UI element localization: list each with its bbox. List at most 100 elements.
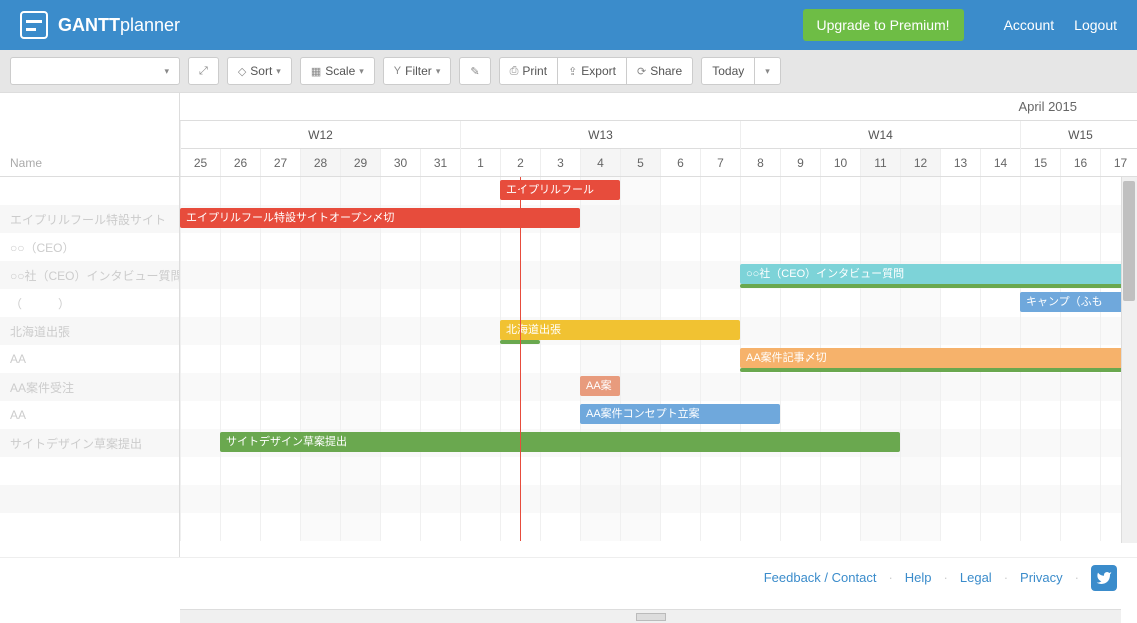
day-header: 2: [500, 149, 540, 176]
brand-name: GANTTplanner: [58, 15, 180, 36]
task-row: 北海道出張: [180, 317, 1137, 345]
day-header: 31: [420, 149, 460, 176]
task-label[interactable]: 北海道出張: [0, 317, 179, 345]
day-header: 6: [660, 149, 700, 176]
print-button[interactable]: ⎙Print: [499, 57, 559, 85]
settings-button[interactable]: ✎: [459, 57, 490, 85]
toolbar: ▾ ⤢ ◇Sort▾ ▦Scale▾ YFilter▾ ✎ ⎙Print ⇪Ex…: [0, 50, 1137, 92]
privacy-link[interactable]: Privacy: [1020, 570, 1063, 585]
export-button[interactable]: ⇪Export: [557, 57, 627, 85]
day-header: 8: [740, 149, 780, 176]
task-row: ○○社（CEO）インタビュー質問: [180, 261, 1137, 289]
day-header: 12: [900, 149, 940, 176]
account-link[interactable]: Account: [1004, 17, 1055, 33]
day-header: 27: [260, 149, 300, 176]
task-label[interactable]: ○○社（CEO）インタビュー質問: [0, 261, 179, 289]
upgrade-button[interactable]: Upgrade to Premium!: [803, 9, 964, 41]
task-row: [180, 513, 1137, 541]
day-header: 25: [180, 149, 220, 176]
week-header: W15: [1020, 121, 1137, 149]
today-line: [520, 177, 521, 541]
task-bar[interactable]: 北海道出張: [500, 320, 740, 340]
scale-button[interactable]: ▦Scale▾: [300, 57, 375, 85]
day-header: 29: [340, 149, 380, 176]
task-label[interactable]: （ ）: [0, 289, 179, 317]
gantt-chart: Name エイプリルフール特設サイト○○（CEO）○○社（CEO）インタビュー質…: [0, 92, 1137, 557]
day-header: 28: [300, 149, 340, 176]
task-bar[interactable]: AA案件コンセプト立案: [580, 404, 780, 424]
task-label[interactable]: [0, 177, 179, 205]
task-bar[interactable]: キャンプ（ふも: [1020, 292, 1137, 312]
day-header: 16: [1060, 149, 1100, 176]
task-row: [180, 457, 1137, 485]
week-row: W12W13W14W15: [180, 121, 1137, 149]
day-header: 9: [780, 149, 820, 176]
task-row: [180, 485, 1137, 513]
day-header: 5: [620, 149, 660, 176]
week-header: W12: [180, 121, 460, 149]
day-header: 1: [460, 149, 500, 176]
day-header: 4: [580, 149, 620, 176]
day-header: 15: [1020, 149, 1060, 176]
footer: Feedback / Contact· Help· Legal· Privacy…: [0, 557, 1137, 597]
task-row: AA案件記事〆切: [180, 345, 1137, 373]
task-row: エイプリルフール特設サイトオープン〆切: [180, 205, 1137, 233]
task-label[interactable]: [0, 457, 179, 485]
task-row: キャンプ（ふも: [180, 289, 1137, 317]
twitter-icon[interactable]: [1091, 565, 1117, 591]
task-label[interactable]: AA: [0, 345, 179, 373]
task-label[interactable]: サイトデザイン草案提出: [0, 429, 179, 457]
task-row: エイプリルフール: [180, 177, 1137, 205]
name-column-header: Name: [0, 93, 179, 177]
task-row: AA案件コンセプト立案: [180, 401, 1137, 429]
task-label[interactable]: ○○（CEO）: [0, 233, 179, 261]
task-name-panel: Name エイプリルフール特設サイト○○（CEO）○○社（CEO）インタビュー質…: [0, 93, 180, 557]
task-label[interactable]: [0, 485, 179, 513]
day-header: 26: [220, 149, 260, 176]
task-row: [180, 233, 1137, 261]
filter-button[interactable]: YFilter▾: [383, 57, 452, 85]
day-header: 14: [980, 149, 1020, 176]
help-link[interactable]: Help: [905, 570, 932, 585]
task-bar[interactable]: サイトデザイン草案提出: [220, 432, 900, 452]
day-header: 17: [1100, 149, 1137, 176]
horizontal-scrollbar[interactable]: [180, 609, 1121, 623]
today-dropdown[interactable]: ▾: [754, 57, 781, 85]
app-header: GANTTplanner Upgrade to Premium! Account…: [0, 0, 1137, 50]
task-row: AA案: [180, 373, 1137, 401]
scroll-grip[interactable]: [636, 613, 666, 621]
task-bar[interactable]: エイプリルフール: [500, 180, 620, 200]
timeline-panel: April 2015 W12W13W14W15 2526272829303112…: [180, 93, 1137, 557]
week-header: W13: [460, 121, 740, 149]
day-row: 252627282930311234567891011121314151617: [180, 149, 1137, 177]
share-button[interactable]: ⟳Share: [626, 57, 693, 85]
week-header: W14: [740, 121, 1020, 149]
task-label[interactable]: [0, 513, 179, 541]
month-row: April 2015: [180, 93, 1137, 121]
task-bar[interactable]: ○○社（CEO）インタビュー質問: [740, 264, 1137, 284]
day-header: 10: [820, 149, 860, 176]
scroll-thumb[interactable]: [1123, 181, 1135, 301]
expand-button[interactable]: ⤢: [188, 57, 219, 85]
day-header: 30: [380, 149, 420, 176]
day-header: 11: [860, 149, 900, 176]
day-header: 3: [540, 149, 580, 176]
logout-link[interactable]: Logout: [1074, 17, 1117, 33]
task-label[interactable]: AA案件受注: [0, 373, 179, 401]
project-select[interactable]: ▾: [10, 57, 180, 85]
task-label[interactable]: AA: [0, 401, 179, 429]
day-header: 7: [700, 149, 740, 176]
feedback-link[interactable]: Feedback / Contact: [764, 570, 877, 585]
progress-bar: [740, 368, 1137, 372]
progress-bar: [740, 284, 1137, 288]
task-bar[interactable]: AA案件記事〆切: [740, 348, 1137, 368]
vertical-scrollbar[interactable]: [1121, 177, 1137, 543]
legal-link[interactable]: Legal: [960, 570, 992, 585]
logo-icon: [20, 11, 48, 39]
task-bar[interactable]: AA案: [580, 376, 620, 396]
sort-button[interactable]: ◇Sort▾: [227, 57, 292, 85]
today-button[interactable]: Today: [701, 57, 755, 85]
day-header: 13: [940, 149, 980, 176]
task-row: サイトデザイン草案提出: [180, 429, 1137, 457]
task-label[interactable]: エイプリルフール特設サイト: [0, 205, 179, 233]
